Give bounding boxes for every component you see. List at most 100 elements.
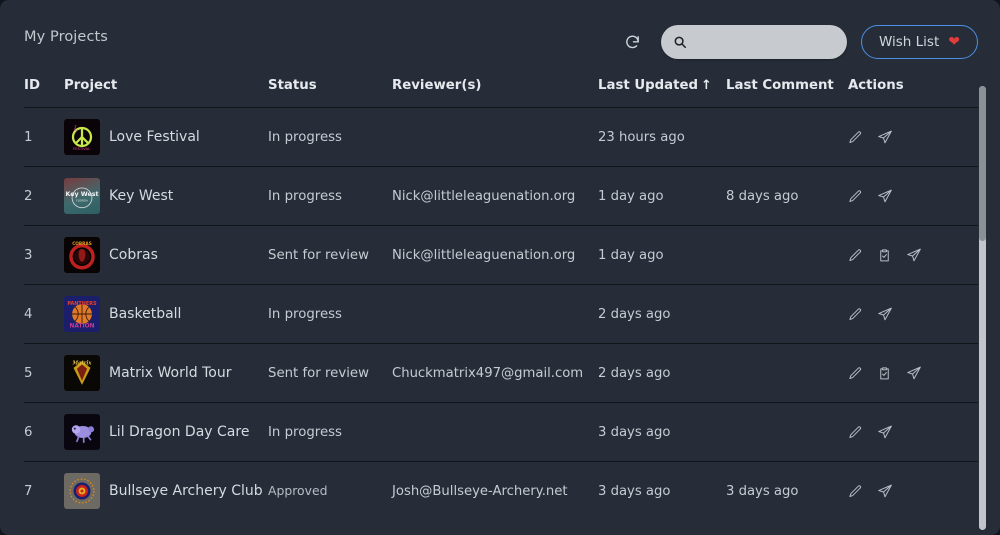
- send-icon[interactable]: [906, 247, 922, 263]
- cobras-thumb: COBRAS: [64, 237, 100, 273]
- cell-id: 7: [24, 483, 33, 499]
- cell-status: In progress: [268, 166, 392, 226]
- table-row[interactable]: 6 Lil Dragon Day Care In progress 3 days…: [24, 402, 978, 462]
- edit-icon[interactable]: [848, 248, 863, 263]
- table-row[interactable]: 1 L FESTIVAL Love Festival In progress 23…: [24, 107, 978, 167]
- key-west-thumb: Key West FLORIDA: [64, 178, 100, 214]
- project-name: Key West: [109, 188, 174, 204]
- send-icon[interactable]: [877, 129, 893, 145]
- cell-last-updated: 3 days ago: [598, 483, 671, 499]
- wish-list-button[interactable]: Wish List ❤: [860, 25, 978, 59]
- cell-last-updated: 2 days ago: [598, 284, 726, 344]
- vertical-scrollbar[interactable]: [979, 86, 986, 530]
- lil-dragon-thumb: [64, 414, 100, 450]
- cell-actions: [848, 284, 978, 344]
- cell-project: Bullseye Archery Club: [64, 462, 268, 521]
- bullseye-thumb: [64, 473, 100, 510]
- edit-icon[interactable]: [848, 484, 863, 499]
- search-box[interactable]: [660, 25, 847, 59]
- column-header-last-updated[interactable]: Last Updated ↑: [598, 78, 726, 108]
- wish-list-label: Wish List: [878, 34, 940, 50]
- edit-icon[interactable]: [848, 130, 863, 145]
- edit-icon[interactable]: [848, 307, 863, 322]
- send-icon[interactable]: [877, 483, 893, 499]
- cell-status: Approved: [268, 483, 328, 499]
- cell-reviewers: [392, 284, 598, 344]
- cell-last-updated: 23 hours ago: [598, 107, 726, 167]
- review-icon[interactable]: [877, 248, 892, 263]
- project-name: Bullseye Archery Club: [109, 483, 263, 500]
- send-icon[interactable]: [877, 424, 893, 440]
- review-icon[interactable]: [877, 366, 892, 381]
- cell-project: L FESTIVAL Love Festival: [64, 107, 268, 167]
- page-header: My Projects Wish List ❤: [0, 0, 1000, 78]
- page-title: My Projects: [24, 29, 108, 45]
- cell-last-updated: 2 days ago: [598, 343, 726, 403]
- cell-last-comment: [726, 225, 848, 285]
- cell-actions: [848, 343, 978, 403]
- cell-status: Sent for review: [268, 343, 392, 403]
- edit-icon[interactable]: [848, 425, 863, 440]
- cell-reviewers: [392, 107, 598, 167]
- cell-reviewers: Josh@Bullseye-Archery.net: [392, 483, 568, 499]
- send-icon[interactable]: [877, 188, 893, 204]
- search-input[interactable]: [693, 34, 835, 50]
- cell-last-comment: 3 days ago: [726, 483, 799, 499]
- cell-last-updated: 1 day ago: [598, 225, 726, 285]
- cell-last-updated: 3 days ago: [598, 402, 726, 462]
- svg-text:COBRAS: COBRAS: [72, 241, 92, 247]
- cell-status: Sent for review: [268, 225, 392, 285]
- table-row[interactable]: 5 Matrix Matrix World Tour Sent for revi…: [24, 343, 978, 403]
- svg-text:FLORIDA: FLORIDA: [76, 198, 88, 202]
- project-name: Lil Dragon Day Care: [109, 424, 250, 440]
- cell-project: Lil Dragon Day Care: [64, 402, 268, 462]
- cell-last-updated: 1 day ago: [598, 166, 726, 226]
- cell-reviewers: [392, 402, 598, 462]
- cell-reviewers: Nick@littleleaguenation.org: [392, 166, 598, 226]
- edit-icon[interactable]: [848, 366, 863, 381]
- cell-project: Key West FLORIDA Key West: [64, 166, 268, 226]
- cell-last-comment: 8 days ago: [726, 166, 848, 226]
- refresh-icon[interactable]: [619, 28, 647, 56]
- column-header-last-comment[interactable]: Last Comment: [726, 78, 848, 108]
- project-name: Matrix World Tour: [109, 365, 232, 381]
- svg-text:NATION: NATION: [70, 324, 95, 330]
- send-icon[interactable]: [877, 306, 893, 322]
- cell-id: 3: [24, 225, 64, 285]
- cell-status: In progress: [268, 107, 392, 167]
- svg-text:Matrix: Matrix: [72, 361, 93, 367]
- project-name: Cobras: [109, 247, 158, 263]
- cell-id: 2: [24, 166, 64, 226]
- svg-text:FESTIVAL: FESTIVAL: [73, 147, 91, 151]
- table-row[interactable]: 3 COBRAS Cobras Sent for review Nick@lit…: [24, 225, 978, 285]
- column-header-id[interactable]: ID: [24, 78, 64, 108]
- cell-last-comment: [726, 107, 848, 167]
- edit-icon[interactable]: [848, 189, 863, 204]
- matrix-thumb: Matrix: [64, 355, 100, 391]
- column-header-project[interactable]: Project: [64, 78, 268, 108]
- scrollbar-thumb[interactable]: [979, 86, 986, 241]
- sort-ascending-icon: ↑: [701, 78, 712, 93]
- cell-project: COBRAS Cobras: [64, 225, 268, 285]
- cell-project: Matrix Matrix World Tour: [64, 343, 268, 403]
- project-name: Basketball: [109, 306, 182, 322]
- table-row[interactable]: 4 PANTHERS NATION Basketball In progress …: [24, 284, 978, 344]
- cell-id: 1: [24, 107, 64, 167]
- cell-actions: [848, 402, 978, 462]
- table-row[interactable]: 7 Bullseye Archery Club Approved Josh@Bu…: [24, 462, 978, 521]
- projects-table-container: ID Project Status Reviewer(s) Last Updat…: [24, 78, 986, 535]
- table-header-row: ID Project Status Reviewer(s) Last Updat…: [24, 78, 978, 108]
- cell-actions: [848, 225, 978, 285]
- column-header-last-updated-label: Last Updated: [598, 78, 699, 93]
- column-header-reviewers[interactable]: Reviewer(s): [392, 78, 598, 108]
- column-header-status[interactable]: Status: [268, 78, 392, 108]
- cell-reviewers: Chuckmatrix497@gmail.com: [392, 343, 598, 403]
- cell-id: 5: [24, 343, 64, 403]
- svg-text:Key West: Key West: [65, 191, 98, 198]
- projects-table: ID Project Status Reviewer(s) Last Updat…: [24, 78, 978, 521]
- column-header-actions: Actions: [848, 78, 978, 108]
- send-icon[interactable]: [906, 365, 922, 381]
- cell-status: In progress: [268, 284, 392, 344]
- search-icon: [673, 35, 687, 49]
- table-row[interactable]: 2 Key West FLORIDA Key West In progress N…: [24, 166, 978, 226]
